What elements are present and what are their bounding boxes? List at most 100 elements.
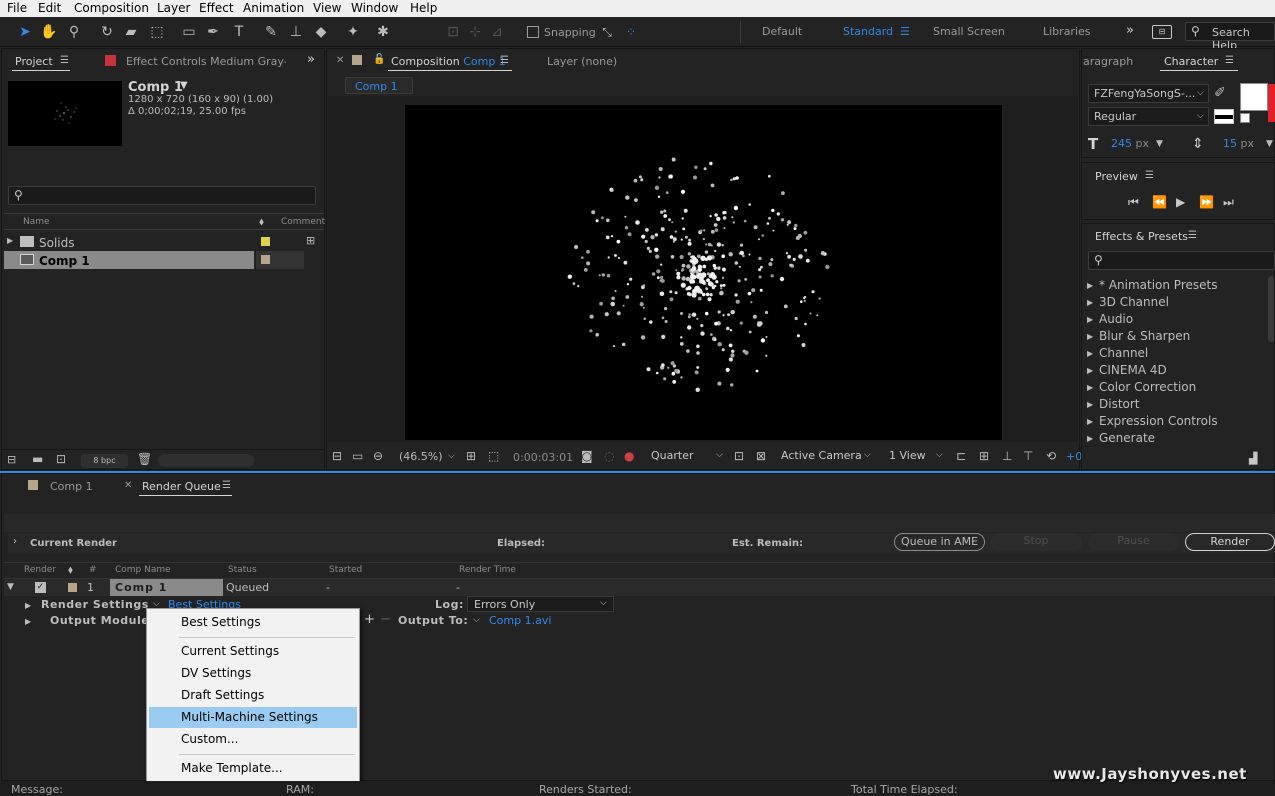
effect-category[interactable]: Blur & Sharpen xyxy=(1099,329,1190,343)
new-folder-icon[interactable]: ▬ xyxy=(32,452,43,466)
tab-character[interactable]: Character xyxy=(1164,55,1218,68)
current-timecode[interactable]: 0:00:03:01 xyxy=(513,451,573,464)
expand-triangle-icon[interactable]: ▶ xyxy=(1087,434,1093,443)
font-style-dropdown[interactable]: Regular ⌵ xyxy=(1088,107,1209,126)
menu-view[interactable]: View xyxy=(313,1,341,15)
expand-triangle-icon[interactable]: ▶ xyxy=(1087,417,1093,426)
menu-item-make-template[interactable]: Make Template... xyxy=(147,758,359,779)
world-axis-icon[interactable]: ⊹ xyxy=(466,23,484,41)
toggle-pixel-aspect-icon[interactable]: ⊏ xyxy=(956,449,966,463)
snap-features-icon[interactable]: ⁘ xyxy=(622,23,640,41)
font-size-value[interactable]: 245 px xyxy=(1111,137,1149,150)
tab-project[interactable]: Project xyxy=(15,55,53,68)
menu-effect[interactable]: Effect xyxy=(199,1,234,15)
menu-item-current-settings[interactable]: Current Settings xyxy=(147,641,359,662)
menu-window[interactable]: Window xyxy=(351,1,398,15)
type-tool-icon[interactable]: T xyxy=(230,23,248,41)
camera-dropdown[interactable]: Active Camera ⌵ xyxy=(776,447,878,466)
project-menu-icon[interactable]: ☰ xyxy=(60,55,69,66)
chevron-right-icon[interactable]: › xyxy=(13,536,17,547)
workspace-menu-icon[interactable]: ☰ xyxy=(900,25,910,38)
views-dropdown[interactable]: 1 View ⌵ xyxy=(884,447,952,466)
clone-stamp-tool-icon[interactable]: ⊥ xyxy=(287,23,305,41)
expand-triangle-icon[interactable]: ▶ xyxy=(25,601,31,610)
always-preview-icon[interactable]: ⊟ xyxy=(332,449,342,463)
flowchart-icon[interactable]: ⊤ xyxy=(1023,449,1033,463)
local-axis-icon[interactable]: ⊡ xyxy=(444,23,462,41)
menu-item-best-settings[interactable]: Best Settings xyxy=(147,612,359,633)
transparency-grid-icon[interactable]: ⬚ xyxy=(488,449,499,463)
snap-edges-icon[interactable]: ⤡ xyxy=(598,23,616,41)
workspace-libraries[interactable]: Libraries xyxy=(1043,25,1091,38)
next-frame-icon[interactable]: ⏩ xyxy=(1199,195,1214,209)
menu-item-custom[interactable]: Custom... xyxy=(147,729,359,750)
lock-icon[interactable]: 🔓 xyxy=(373,54,385,65)
effect-category[interactable]: CINEMA 4D xyxy=(1099,363,1167,377)
interpret-footage-icon[interactable]: ⊟ xyxy=(7,453,16,466)
project-item-solids[interactable]: ▶ Solids ⊞ xyxy=(4,233,324,251)
comp-breadcrumb[interactable]: Comp 1 xyxy=(345,77,413,94)
new-preset-icon[interactable]: ▟ xyxy=(1249,452,1257,465)
effects-title[interactable]: Effects & Presets xyxy=(1095,230,1188,243)
swap-colors-icon[interactable] xyxy=(1214,109,1234,124)
close-tab-icon[interactable]: ✕ xyxy=(336,55,344,66)
reset-exposure-icon[interactable]: ⟲ xyxy=(1046,449,1056,463)
render-queue-item-row[interactable]: ▼ ✓ 1 Comp 1 Queued - - xyxy=(4,579,1275,596)
remove-output-module-icon[interactable]: − xyxy=(380,612,391,627)
region-icon[interactable]: ⊡ xyxy=(734,449,744,463)
region-of-interest-icon[interactable]: ⊞ xyxy=(466,449,476,463)
mask-visibility-icon[interactable]: ⊖ xyxy=(373,449,383,463)
leading-value[interactable]: 15 px xyxy=(1223,137,1254,150)
leading-dropdown-icon[interactable]: ▼ xyxy=(1266,139,1273,149)
expand-triangle-icon[interactable]: ▶ xyxy=(1087,383,1093,392)
effects-scroll-bar[interactable] xyxy=(1268,276,1274,342)
camera-tool-icon[interactable]: ▰ xyxy=(122,23,140,41)
effect-category[interactable]: Distort xyxy=(1099,397,1140,411)
workspace-default[interactable]: Default xyxy=(762,25,802,38)
effect-category[interactable]: Generate xyxy=(1099,431,1155,445)
col-status[interactable]: Status xyxy=(228,562,257,578)
effect-category[interactable]: Color Correction xyxy=(1099,380,1196,394)
preview-menu-icon[interactable]: ☰ xyxy=(1145,170,1154,181)
transparency-icon[interactable]: ⊠ xyxy=(756,449,766,463)
stop-button[interactable]: Stop xyxy=(990,533,1082,551)
color-channels-icon[interactable]: ● xyxy=(624,449,634,463)
menu-help[interactable]: Help xyxy=(410,1,437,15)
more-workspaces-icon[interactable]: » xyxy=(1126,23,1134,38)
snapshot-camera-icon[interactable]: ◙ xyxy=(581,449,593,463)
tab-effect-controls[interactable]: Effect Controls Medium Gray-Re xyxy=(126,55,286,68)
effect-category[interactable]: * Animation Presets xyxy=(1099,278,1217,292)
zoom-tool-icon[interactable]: ⚲ xyxy=(65,23,83,41)
expand-triangle-icon[interactable]: ▶ xyxy=(25,617,31,626)
expand-triangle-icon[interactable]: ▶ xyxy=(1087,332,1093,341)
composition-menu-icon[interactable]: ☰ xyxy=(500,55,509,66)
col-comment[interactable]: Comment xyxy=(281,217,325,227)
snapping-checkbox[interactable] xyxy=(527,26,539,38)
eraser-tool-icon[interactable]: ◆ xyxy=(312,23,330,41)
timeline-icon[interactable]: ⊥ xyxy=(1002,449,1012,463)
chevron-down-icon[interactable]: ⌵ xyxy=(473,615,480,625)
effect-category[interactable]: Audio xyxy=(1099,312,1133,326)
effect-category[interactable]: 3D Channel xyxy=(1099,295,1169,309)
workspace-standard[interactable]: Standard xyxy=(843,25,893,38)
tab-paragraph[interactable]: aragraph xyxy=(1083,55,1133,68)
expand-triangle-icon[interactable]: ▶ xyxy=(1087,281,1093,290)
col-render-time[interactable]: Render Time xyxy=(459,562,516,578)
stroke-color-swatch[interactable] xyxy=(1268,84,1275,122)
col-render[interactable]: Render xyxy=(24,562,56,578)
render-checkbox[interactable]: ✓ xyxy=(35,582,46,593)
menu-edit[interactable]: Edit xyxy=(38,1,61,15)
effects-menu-icon[interactable]: ☰ xyxy=(1188,230,1197,241)
brush-tool-icon[interactable]: ✎ xyxy=(262,23,280,41)
resolution-dropdown[interactable]: Quarter ⌵ xyxy=(646,447,730,466)
tab-composition[interactable]: Composition Comp 1 xyxy=(391,55,506,68)
play-icon[interactable]: ▶ xyxy=(1176,195,1185,209)
last-frame-icon[interactable]: ⏭ xyxy=(1223,195,1234,210)
selection-tool-icon[interactable]: ➤ xyxy=(16,23,34,41)
log-dropdown[interactable]: Errors Only ⌵ xyxy=(467,596,614,612)
col-number[interactable]: # xyxy=(89,562,97,578)
tab-layer[interactable]: Layer (none) xyxy=(547,55,617,68)
rotate-tool-icon[interactable]: ↻ xyxy=(98,23,116,41)
menu-file[interactable]: File xyxy=(7,1,27,15)
first-frame-icon[interactable]: ⏮ xyxy=(1128,195,1139,210)
